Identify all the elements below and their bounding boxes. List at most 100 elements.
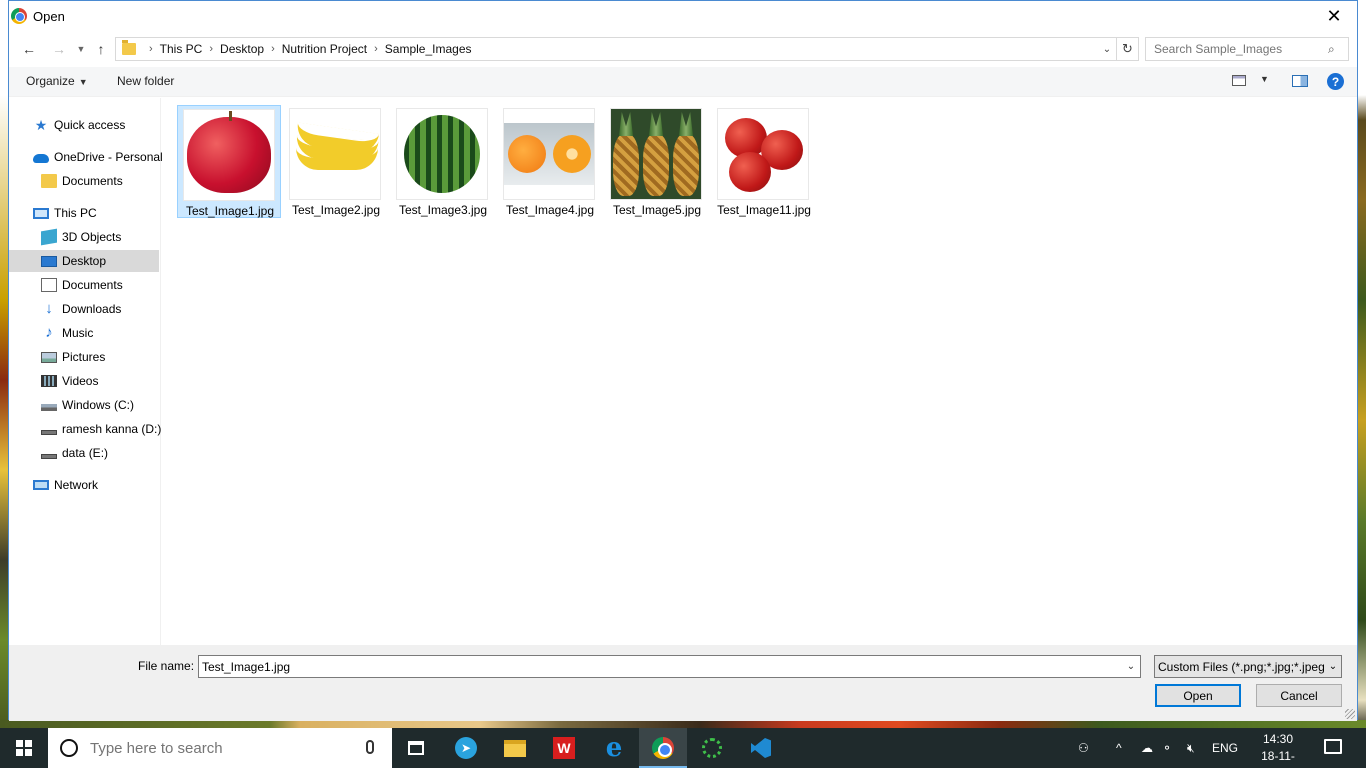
edge-app[interactable]: e xyxy=(590,728,638,768)
nav-item-3d-objects[interactable]: 3D Objects xyxy=(9,226,159,248)
file-name-combobox[interactable]: ⌄ xyxy=(198,655,1141,678)
file-item[interactable]: Test_Image11.jpg xyxy=(712,105,816,218)
file-name-input[interactable] xyxy=(199,659,1122,674)
breadcrumb-this-pc[interactable]: This PC xyxy=(160,42,203,56)
videos-icon xyxy=(41,375,57,387)
breadcrumb-sample-images[interactable]: Sample_Images xyxy=(385,42,472,56)
file-item[interactable]: Test_Image4.jpg xyxy=(498,105,602,218)
network-icon xyxy=(33,480,49,490)
nav-item-this-pc[interactable]: This PC xyxy=(9,202,159,224)
apples-image xyxy=(721,112,805,196)
star-icon: ★ xyxy=(34,117,48,133)
close-button[interactable]: ✕ xyxy=(1311,1,1357,32)
nav-item-quick-access[interactable]: ★ Quick access xyxy=(9,114,159,136)
nav-item-onedrive-documents[interactable]: Documents xyxy=(9,170,159,192)
clock[interactable]: 14:30 18-11-2022 xyxy=(1252,731,1304,768)
file-name: Test_Image4.jpg xyxy=(505,203,595,217)
chevron-right-icon[interactable]: › xyxy=(271,43,275,55)
address-bar[interactable]: › This PC › Desktop › Nutrition Project … xyxy=(115,37,1139,61)
file-item[interactable]: Test_Image1.jpg xyxy=(177,105,281,218)
view-options-chevron-icon[interactable]: ▼ xyxy=(1260,74,1269,84)
nav-item-label: ramesh kanna (D:) xyxy=(62,422,162,436)
file-item[interactable]: Test_Image3.jpg xyxy=(391,105,495,218)
breadcrumb-nutrition-project[interactable]: Nutrition Project xyxy=(282,42,367,56)
help-icon[interactable]: ? xyxy=(1327,73,1344,90)
file-item[interactable]: Test_Image5.jpg xyxy=(605,105,709,218)
telegram-app[interactable]: ➤ xyxy=(442,728,490,768)
nav-item-label: Videos xyxy=(62,374,99,388)
back-arrow-icon[interactable]: ← xyxy=(19,39,39,59)
search-icon[interactable]: ⌕ xyxy=(1328,42,1348,57)
thumbnail-bananas xyxy=(289,108,381,200)
chevron-down-icon[interactable]: ⌄ xyxy=(1098,44,1116,55)
nav-item-onedrive[interactable]: OneDrive - Personal xyxy=(9,146,163,168)
title-bar: Open ✕ xyxy=(9,1,1357,32)
taskbar-search[interactable] xyxy=(48,728,392,768)
file-explorer-app[interactable] xyxy=(491,728,539,768)
telegram-icon: ➤ xyxy=(455,737,477,759)
nav-item-label: Music xyxy=(62,326,94,340)
onedrive-status-icon[interactable]: ☁ xyxy=(1141,728,1153,768)
windows-start-icon[interactable] xyxy=(16,740,32,756)
up-arrow-icon[interactable]: ↑ xyxy=(91,39,111,59)
recent-locations-chevron-icon[interactable]: ▼ xyxy=(71,39,91,59)
file-name: Test_Image2.jpg xyxy=(291,203,381,217)
forward-arrow-icon[interactable]: → xyxy=(49,39,69,59)
file-item[interactable]: Test_Image2.jpg xyxy=(284,105,388,218)
nav-item-label: Pictures xyxy=(62,350,106,364)
music-icon: ♪ xyxy=(45,324,53,341)
nav-item-downloads[interactable]: ↓ Downloads xyxy=(9,298,159,320)
open-dialog: Open ✕ ← → ▼ ↑ › This PC › Desktop › Nut… xyxy=(8,0,1358,721)
vscode-app[interactable] xyxy=(737,728,785,768)
new-folder-button[interactable]: New folder xyxy=(117,74,174,88)
network-status-icon[interactable]: ⚬ xyxy=(1162,728,1172,768)
thumbnail-watermelon xyxy=(396,108,488,200)
nav-item-music[interactable]: ♪ Music xyxy=(9,322,159,344)
volume-muted-icon[interactable]: 🔇︎ xyxy=(1187,728,1195,768)
document-icon xyxy=(41,278,57,292)
chrome-icon xyxy=(11,8,27,24)
search-input[interactable] xyxy=(1146,42,1328,56)
notifications-icon[interactable] xyxy=(1324,739,1342,754)
organize-menu-button[interactable]: Organize ▼ xyxy=(26,74,88,88)
chrome-app[interactable] xyxy=(639,728,687,768)
task-view-button[interactable] xyxy=(392,728,440,768)
green-ring-app[interactable] xyxy=(688,728,736,768)
taskbar-search-input[interactable] xyxy=(90,739,350,757)
nav-item-label: Desktop xyxy=(62,254,107,268)
nav-item-network[interactable]: Network xyxy=(9,474,159,496)
preview-pane-icon[interactable] xyxy=(1292,75,1308,87)
language-indicator[interactable]: ENG xyxy=(1212,728,1238,768)
wps-office-app[interactable]: W xyxy=(540,728,588,768)
nav-item-documents[interactable]: Documents xyxy=(9,274,159,296)
chevron-right-icon[interactable]: › xyxy=(374,43,378,55)
chevron-right-icon[interactable]: › xyxy=(209,43,213,55)
nav-item-desktop[interactable]: Desktop xyxy=(9,250,159,272)
chrome-icon xyxy=(652,737,674,759)
chevron-down-icon[interactable]: ⌄ xyxy=(1122,661,1140,672)
nav-item-drive-e[interactable]: data (E:) xyxy=(9,442,159,464)
nav-item-pictures[interactable]: Pictures xyxy=(9,346,159,368)
nav-item-videos[interactable]: Videos xyxy=(9,370,159,392)
search-box[interactable]: ⌕ xyxy=(1145,37,1349,61)
nav-item-drive-c[interactable]: Windows (C:) xyxy=(9,394,159,416)
oranges-image xyxy=(504,123,594,185)
cube-icon xyxy=(41,228,57,246)
nav-item-label: Documents xyxy=(62,278,123,292)
open-button[interactable]: Open xyxy=(1155,684,1241,707)
resize-grip-icon[interactable] xyxy=(1345,709,1355,719)
cancel-button[interactable]: Cancel xyxy=(1256,684,1342,707)
nav-item-drive-d[interactable]: ramesh kanna (D:) xyxy=(9,418,162,440)
refresh-icon[interactable]: ↻ xyxy=(1116,38,1138,60)
people-icon[interactable]: ⚇ xyxy=(1078,728,1089,768)
file-type-select[interactable]: Custom Files (*.png;*.jpg;*.jpeg ⌄ xyxy=(1154,655,1342,678)
file-name: Test_Image3.jpg xyxy=(398,203,488,217)
show-hidden-icons-chevron-icon[interactable]: ^ xyxy=(1116,728,1122,768)
breadcrumb-desktop[interactable]: Desktop xyxy=(220,42,264,56)
microphone-icon[interactable] xyxy=(366,740,374,754)
change-view-icon[interactable] xyxy=(1232,75,1246,86)
nav-item-label: This PC xyxy=(54,206,97,220)
chevron-right-icon[interactable]: › xyxy=(149,43,153,55)
edge-icon: e xyxy=(605,733,623,763)
drive-e-icon xyxy=(41,453,57,459)
